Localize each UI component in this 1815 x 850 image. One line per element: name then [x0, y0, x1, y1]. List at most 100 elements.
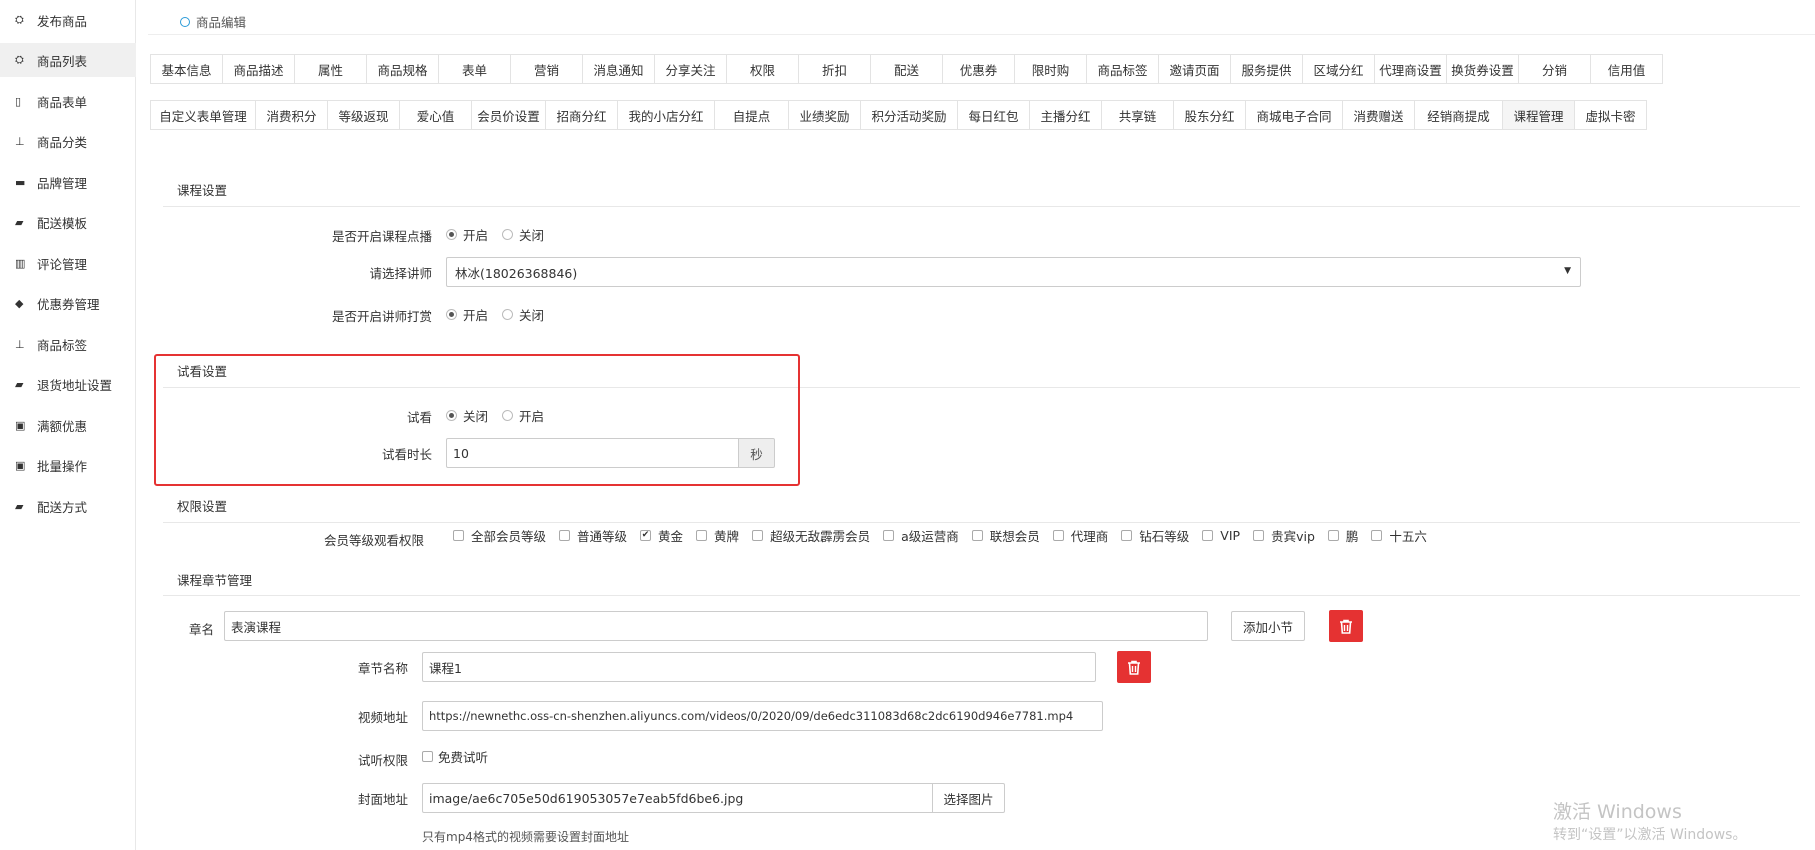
- level-checkbox-label: 贵宾vip: [1271, 529, 1315, 544]
- section-name-input[interactable]: 课程1: [422, 652, 1096, 682]
- tab[interactable]: 属性: [294, 54, 367, 84]
- tab[interactable]: 课程管理: [1502, 100, 1575, 130]
- breadcrumb: 商品编辑: [180, 12, 246, 31]
- vod-on-radio[interactable]: 开启: [446, 225, 488, 244]
- tab[interactable]: 分销: [1518, 54, 1591, 84]
- sidebar-item[interactable]: ⊥ 商品标签: [0, 327, 136, 361]
- tab[interactable]: 信用值: [1590, 54, 1663, 84]
- sidebar-item[interactable]: ▰ 退货地址设置: [0, 367, 136, 401]
- checkbox-unchecked-icon: [422, 751, 433, 762]
- level-checkbox[interactable]: 普通等级: [559, 526, 627, 545]
- tab[interactable]: 基本信息: [150, 54, 223, 84]
- tab[interactable]: 优惠券: [942, 54, 1015, 84]
- tab[interactable]: 经销商提成: [1414, 100, 1503, 130]
- tab[interactable]: 共享链: [1101, 100, 1174, 130]
- delete-section-button[interactable]: [1117, 651, 1151, 683]
- level-checkbox-label: VIP: [1220, 528, 1241, 543]
- sidebar-item[interactable]: ⛭ 商品列表: [0, 43, 136, 77]
- tab[interactable]: 积分活动奖励: [860, 100, 958, 130]
- chapter-name-input[interactable]: 表演课程: [224, 611, 1208, 641]
- divider: [163, 522, 1800, 523]
- tab[interactable]: 虚拟卡密: [1574, 100, 1647, 130]
- level-checkbox[interactable]: 代理商: [1052, 526, 1108, 545]
- tip-off-radio[interactable]: 关闭: [502, 305, 544, 324]
- sidebar: ⛭ 发布商品 ⛭ 商品列表 ▯ 商品表单 ⊥ 商品分类 ▬ 品牌管理 ▰ 配送模板 ▥ 评论管理 ◆ 优惠券管…: [0, 0, 136, 850]
- level-checkbox[interactable]: 全部会员等级: [453, 526, 546, 545]
- delete-chapter-button[interactable]: [1329, 610, 1363, 642]
- tab[interactable]: 商城电子合同: [1245, 100, 1343, 130]
- level-checkbox-label: a级运营商: [901, 529, 959, 544]
- teacher-select[interactable]: 林冰(18026368846) ▼: [446, 257, 1581, 287]
- sidebar-item[interactable]: ▬ 品牌管理: [0, 165, 136, 199]
- tab[interactable]: 邀请页面: [1158, 54, 1231, 84]
- level-checkbox[interactable]: 鹏: [1327, 526, 1358, 545]
- tab[interactable]: 区域分红: [1302, 54, 1375, 84]
- tab[interactable]: 换货券设置: [1446, 54, 1519, 84]
- tab[interactable]: 服务提供: [1230, 54, 1303, 84]
- sidebar-item-label: 商品分类: [37, 134, 88, 150]
- free-trial-checkbox[interactable]: 免费试听: [422, 747, 488, 766]
- sidebar-item[interactable]: ▰ 配送方式: [0, 489, 136, 523]
- highlight-box: [154, 354, 800, 486]
- sidebar-item-label: 批量操作: [37, 458, 88, 474]
- activation-watermark-hint: 转到“设置”以激活 Windows。: [1553, 827, 1747, 843]
- level-checkbox[interactable]: 联想会员: [971, 526, 1040, 545]
- tip-radio-group: 开启 关闭: [446, 305, 558, 324]
- tab[interactable]: 招商分红: [545, 100, 618, 130]
- tab[interactable]: 等级返现: [327, 100, 400, 130]
- tab[interactable]: 会员价设置: [471, 100, 546, 130]
- level-checkbox[interactable]: 贵宾vip: [1253, 526, 1315, 545]
- tab[interactable]: 权限: [726, 54, 799, 84]
- section-name-label: 章节名称: [357, 661, 408, 676]
- tab[interactable]: 每日红包: [957, 100, 1030, 130]
- video-url-input[interactable]: https://newnethc.oss-cn-shenzhen.aliyunc…: [422, 701, 1103, 731]
- sidebar-item[interactable]: ▣ 批量操作: [0, 448, 136, 482]
- sidebar-item[interactable]: ⛭ 发布商品: [0, 3, 136, 37]
- tab[interactable]: 折扣: [798, 54, 871, 84]
- level-checkbox[interactable]: ✔ 黄金: [640, 526, 683, 545]
- sidebar-item-label: 满额优惠: [37, 418, 88, 434]
- level-checkbox[interactable]: 十五六: [1371, 526, 1427, 545]
- tab[interactable]: 股东分红: [1173, 100, 1246, 130]
- sidebar-item[interactable]: ▥ 评论管理: [0, 246, 136, 280]
- add-section-button[interactable]: 添加小节: [1231, 611, 1305, 641]
- tab[interactable]: 我的小店分红: [617, 100, 715, 130]
- tab[interactable]: 爱心值: [399, 100, 472, 130]
- tab[interactable]: 限时购: [1014, 54, 1087, 84]
- tab[interactable]: 分享关注: [654, 54, 727, 84]
- tab[interactable]: 主播分红: [1029, 100, 1102, 130]
- level-checkbox[interactable]: 超级无敌霹雳会员: [752, 526, 870, 545]
- checkbox-checked-icon: ✔: [640, 530, 652, 541]
- tab[interactable]: 商品描述: [222, 54, 295, 84]
- tab[interactable]: 配送: [870, 54, 943, 84]
- tab[interactable]: 代理商设置: [1374, 54, 1447, 84]
- tab[interactable]: 消息通知: [582, 54, 655, 84]
- tab[interactable]: 表单: [438, 54, 511, 84]
- tab[interactable]: 营销: [510, 54, 583, 84]
- sidebar-item[interactable]: ⊥ 商品分类: [0, 124, 136, 158]
- section-title-course: 课程设置: [177, 183, 228, 198]
- tip-on-radio[interactable]: 开启: [446, 305, 488, 324]
- level-checkbox[interactable]: 钻石等级: [1121, 526, 1189, 545]
- teacher-label: 请选择讲师: [369, 266, 432, 281]
- sidebar-item[interactable]: ▯ 商品表单: [0, 84, 136, 118]
- level-checkbox[interactable]: VIP: [1202, 528, 1240, 543]
- activation-watermark: 激活 Windows: [1553, 801, 1682, 823]
- tab[interactable]: 自提点: [714, 100, 789, 130]
- vod-off-radio[interactable]: 关闭: [502, 225, 544, 244]
- tab[interactable]: 自定义表单管理: [150, 100, 256, 130]
- level-checkbox[interactable]: 黄牌: [696, 526, 739, 545]
- sidebar-item[interactable]: ▰ 配送模板: [0, 205, 136, 239]
- tab[interactable]: 消费积分: [255, 100, 328, 130]
- choose-image-button[interactable]: 选择图片: [932, 783, 1005, 813]
- tab[interactable]: 业绩奖励: [788, 100, 861, 130]
- video-url-label: 视频地址: [357, 710, 408, 725]
- sidebar-item[interactable]: ◆ 优惠券管理: [0, 286, 136, 320]
- tab[interactable]: 商品标签: [1086, 54, 1159, 84]
- tab[interactable]: 商品规格: [366, 54, 439, 84]
- level-checkbox[interactable]: a级运营商: [883, 526, 959, 545]
- tab[interactable]: 消费赠送: [1342, 100, 1415, 130]
- cover-url-input[interactable]: image/ae6c705e50d619053057e7eab5fd6be6.j…: [422, 783, 933, 813]
- sidebar-item[interactable]: ▣ 满额优惠: [0, 408, 136, 442]
- page-title: 商品编辑: [196, 15, 247, 30]
